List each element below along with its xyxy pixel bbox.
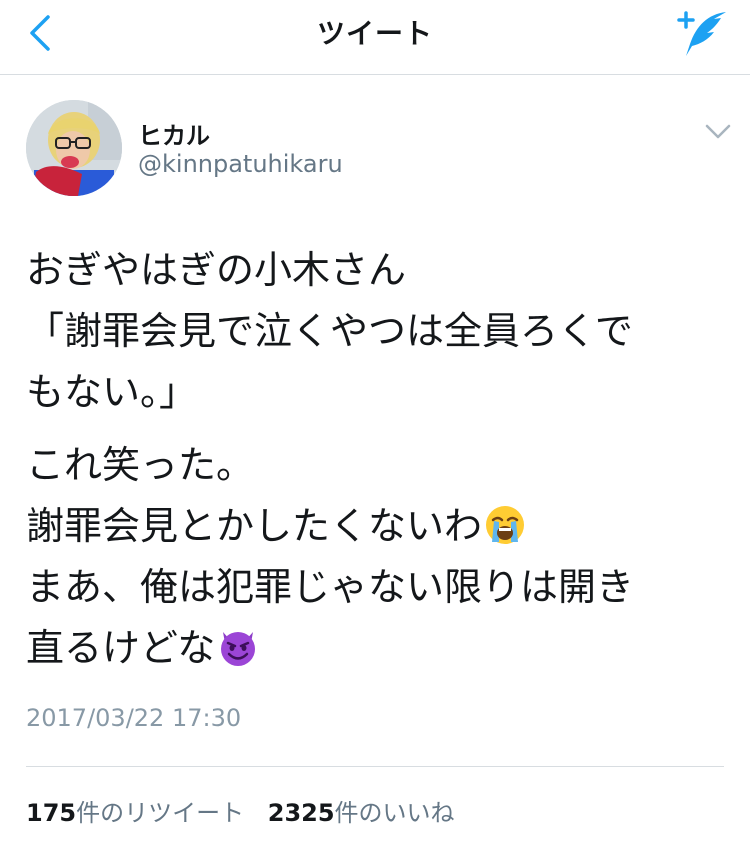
loudly-crying-face-emoji [486,506,525,544]
like-count-link[interactable]: 2325件のいいね [268,799,455,827]
author-display-name[interactable]: ヒカル [138,116,210,151]
tweet-stats: 175件のリツイート 2325件のいいね [26,793,455,828]
tweet-text: おぎやはぎの小木さん 「謝罪会見で泣くやつは全員ろくで もない。」 これ笑った。… [26,240,726,679]
smiling-devil-face-emoji [221,632,256,666]
tweet-line: 直るけどな [26,626,216,670]
tweet-line: まあ、俺は犯罪じゃない限りは開き [26,565,635,609]
tweet-timestamp: 2017/03/22 17:30 [26,704,242,732]
like-count: 2325 [267,799,335,827]
like-label: 件のいいね [334,799,455,827]
divider [26,766,724,767]
retweet-count: 175 [26,799,77,827]
retweet-count-link[interactable]: 175件のリツイート [26,799,244,827]
tweet-paragraph: おぎやはぎの小木さん 「謝罪会見で泣くやつは全員ろくで もない。」 [26,248,633,414]
retweet-label: 件のリツイート [76,799,245,827]
page-title: ツイート [316,17,433,50]
tweet-line: これ笑った。 [26,443,255,487]
chevron-down-icon [705,124,731,139]
tweet-menu-button[interactable] [703,120,733,142]
tweet-paragraph: これ笑った。 謝罪会見とかしたくないわ まあ、俺は犯罪じゃない限りは開き 直るけ… [26,435,726,679]
avatar[interactable] [26,100,122,196]
avatar-photo [26,100,122,196]
compose-tweet-button[interactable] [670,6,732,62]
compose-tweet-icon [677,11,726,56]
top-navigation-bar: ツイート [0,0,750,75]
tweet-line: 謝罪会見とかしたくないわ [26,504,483,548]
author-handle[interactable]: @kinnpatuhikaru [138,150,343,178]
